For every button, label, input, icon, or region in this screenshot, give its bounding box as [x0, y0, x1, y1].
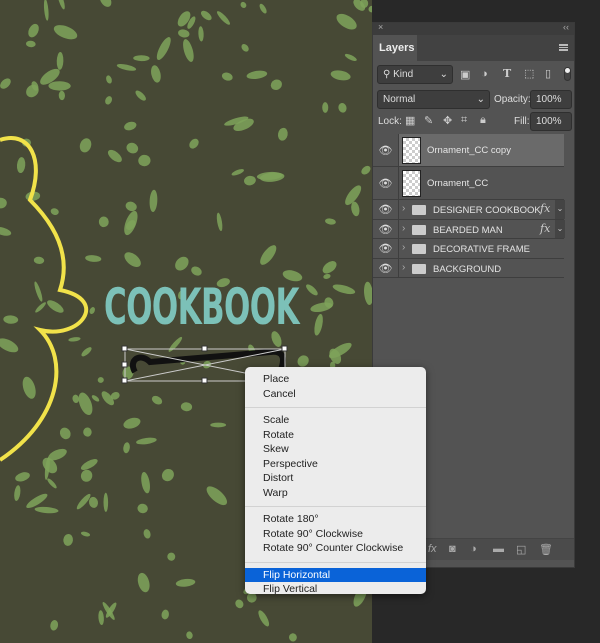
menu-item-rotate-90-clockwise[interactable]: Rotate 90° Clockwise: [245, 527, 426, 542]
transform-context-menu: Place Cancel Scale Rotate Skew Perspective Dis…: [245, 367, 426, 597]
kind-filter-select[interactable]: ⚲ Kind ⌄: [377, 65, 453, 84]
menu-item-skew[interactable]: Skew: [245, 442, 426, 457]
blend-mode-select[interactable]: Normal ⌄: [377, 90, 490, 109]
lock-transparent-icon[interactable]: ▦: [405, 114, 415, 127]
chevron-down-icon: ⌄: [439, 69, 448, 80]
visibility-eye-icon[interactable]: 👁︎: [373, 219, 399, 238]
blend-mode-value: Normal: [383, 94, 416, 105]
visibility-eye-icon[interactable]: 👁︎: [373, 239, 399, 258]
layer-thumbnail: [402, 170, 421, 197]
delete-layer-icon[interactable]: 🗑︎: [539, 543, 553, 556]
panel-topbar: × ‹‹: [373, 22, 574, 35]
close-panel-button[interactable]: ×: [378, 22, 383, 32]
tab-layers[interactable]: Layers: [373, 35, 417, 61]
handle[interactable]: [121, 361, 128, 368]
lock-image-icon[interactable]: ✎: [424, 114, 433, 127]
layer-thumbnail: [402, 137, 421, 164]
layer-name: DECORATIVE FRAME: [433, 244, 530, 255]
chevron-right-icon[interactable]: ›: [402, 203, 405, 214]
lock-position-icon[interactable]: ✥: [443, 114, 452, 127]
fx-icon[interactable]: fx: [428, 543, 437, 555]
menu-separator: [245, 506, 426, 507]
handle[interactable]: [121, 377, 128, 384]
menu-separator: [245, 561, 426, 563]
smart-object-filter-icon[interactable]: ▯: [545, 67, 551, 80]
lock-artboard-icon[interactable]: ⌗: [461, 114, 467, 127]
opacity-label: Opacity:: [494, 94, 531, 105]
layer-row[interactable]: 👁︎ › BEARDED MAN fx ⌄: [373, 219, 565, 239]
menu-item-rotate-90-counter-clockwise[interactable]: Rotate 90° Counter Clockwise: [245, 541, 426, 556]
panel-menu-icon[interactable]: [559, 44, 568, 51]
fill-value: 100%: [536, 116, 562, 127]
menu-item-warp[interactable]: Warp: [245, 486, 426, 501]
handle[interactable]: [121, 345, 128, 352]
visibility-eye-icon[interactable]: 👁︎: [373, 167, 399, 199]
layer-row[interactable]: 👁︎ Ornament_CC: [373, 167, 564, 200]
lock-all-icon[interactable]: 🔒︎: [480, 114, 486, 127]
collapse-panel-button[interactable]: ‹‹: [563, 22, 569, 32]
filter-toggle[interactable]: [564, 67, 571, 81]
visibility-eye-icon[interactable]: 👁︎: [373, 134, 399, 166]
opacity-value: 100%: [536, 94, 562, 105]
tab-row: Layers: [373, 35, 574, 61]
lock-label: Lock:: [378, 116, 402, 127]
handle[interactable]: [201, 377, 208, 384]
chevron-right-icon[interactable]: ›: [402, 223, 405, 234]
handle[interactable]: [281, 345, 288, 352]
layer-name: DESIGNER COOKBOOK: [433, 205, 541, 216]
chevron-down-icon[interactable]: ⌄: [555, 219, 565, 238]
handle[interactable]: [201, 345, 208, 352]
new-layer-icon[interactable]: ◱: [516, 543, 526, 556]
type-filter-icon[interactable]: T: [503, 67, 511, 80]
menu-item-cancel[interactable]: Cancel: [245, 387, 426, 402]
folder-icon: [412, 224, 426, 235]
lock-row: Lock: ▦ ✎ ✥ ⌗ 🔒︎ Fill: 100%: [373, 112, 574, 132]
menu-item-distort[interactable]: Distort: [245, 471, 426, 486]
add-mask-icon[interactable]: ◙: [449, 543, 456, 555]
menu-separator: [245, 407, 426, 408]
kind-label: Kind: [393, 69, 414, 80]
filter-row: ⚲ Kind ⌄ ▣ ◑ T ⬚ ▯: [373, 65, 574, 87]
menu-item-place[interactable]: Place: [245, 372, 426, 387]
layer-row[interactable]: 👁︎ › DECORATIVE FRAME: [373, 239, 564, 259]
layer-name: Ornament_CC copy: [427, 145, 511, 156]
chevron-right-icon[interactable]: ›: [402, 242, 405, 253]
opacity-field[interactable]: 100%: [530, 90, 572, 109]
folder-icon: [412, 263, 426, 274]
fx-icon[interactable]: fx: [540, 202, 550, 215]
menu-item-perspective[interactable]: Perspective: [245, 457, 426, 472]
blend-row: Normal ⌄ Opacity: 100%: [373, 90, 574, 110]
image-filter-icon[interactable]: ▣: [460, 68, 470, 81]
visibility-eye-icon[interactable]: 👁︎: [373, 200, 399, 219]
chevron-down-icon[interactable]: ⌄: [555, 200, 565, 219]
layer-row[interactable]: 👁︎ Ornament_CC copy: [373, 134, 564, 167]
menu-item-flip-vertical[interactable]: Flip Vertical: [245, 582, 426, 597]
layer-row[interactable]: 👁︎ › BACKGROUND: [373, 258, 564, 278]
menu-item-rotate-180[interactable]: Rotate 180°: [245, 512, 426, 527]
adjustment-layer-icon[interactable]: ◑: [470, 543, 477, 555]
fill-label: Fill:: [514, 116, 530, 127]
layer-name: BACKGROUND: [433, 263, 502, 275]
adjustment-filter-icon[interactable]: ◑: [481, 68, 488, 80]
chevron-down-icon: ⌄: [476, 94, 485, 105]
new-group-icon[interactable]: ▬: [493, 543, 504, 555]
menu-item-scale[interactable]: Scale: [245, 413, 426, 428]
folder-icon: [412, 244, 426, 254]
fill-field[interactable]: 100%: [530, 112, 572, 131]
menu-item-flip-horizontal[interactable]: Flip Horizontal: [245, 567, 426, 582]
menu-item-rotate[interactable]: Rotate: [245, 428, 426, 443]
folder-icon: [412, 205, 426, 215]
fx-icon[interactable]: fx: [540, 222, 550, 235]
layer-row[interactable]: 👁︎ › DESIGNER COOKBOOK fx ⌄: [373, 200, 565, 220]
shape-filter-icon[interactable]: ⬚: [524, 67, 534, 80]
layer-name: BEARDED MAN: [433, 224, 503, 236]
layer-name: Ornament_CC: [427, 178, 489, 189]
visibility-eye-icon[interactable]: 👁︎: [373, 258, 399, 277]
chevron-right-icon[interactable]: ›: [402, 262, 405, 273]
